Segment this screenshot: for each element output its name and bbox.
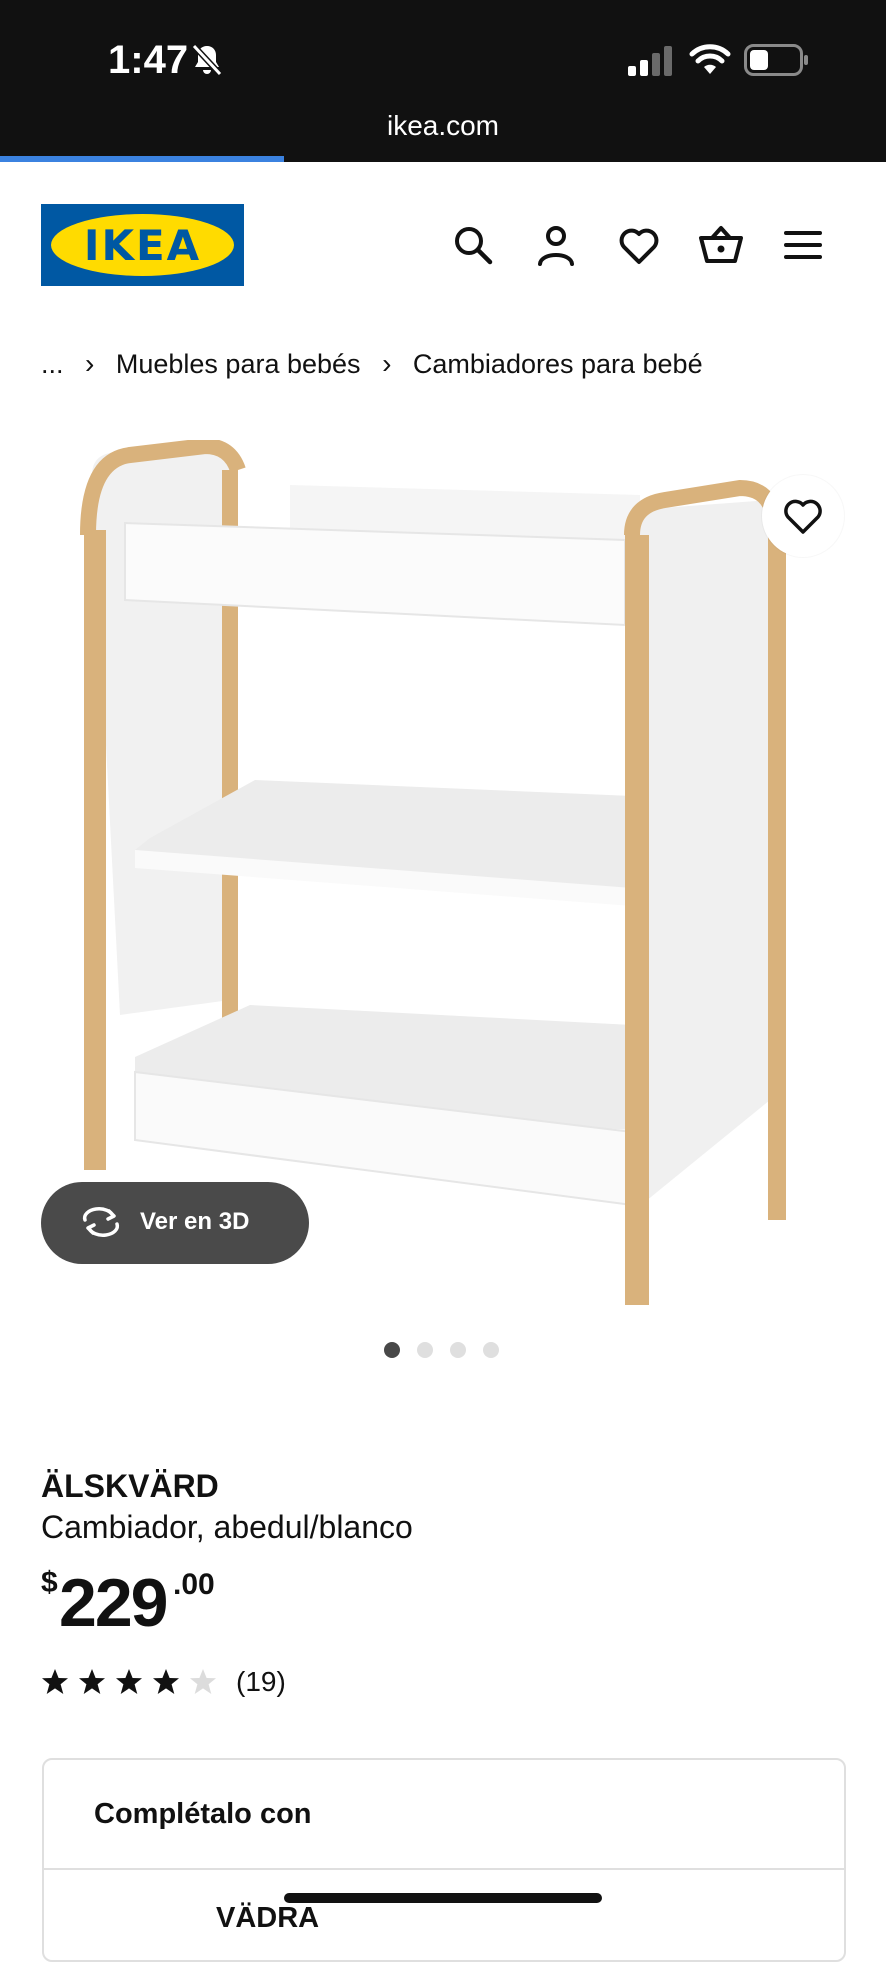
price-currency: $ [41,1566,58,1599]
page-load-progress [0,156,284,162]
breadcrumb: ... › Muebles para bebés › Cambiadores p… [41,348,703,380]
logo-text: IKEA [83,221,202,270]
menu-icon[interactable] [780,222,826,268]
search-icon[interactable] [450,222,496,268]
status-time: 1:47 [108,38,189,82]
wifi-icon [689,44,731,74]
star-filled-icon [116,1669,142,1694]
view-3d-label: Ver en 3D [140,1208,250,1235]
reviews-count[interactable]: (19) [236,1666,286,1698]
url-bar[interactable]: ikea.com [0,110,886,142]
breadcrumb-ellipsis[interactable]: ... [41,349,64,380]
heart-icon [784,499,822,534]
price-decimal: .00 [173,1568,215,1601]
save-favorite-button[interactable] [762,475,844,557]
status-bar: 1:47 ikea.com [0,0,886,162]
gallery-dot[interactable] [483,1342,499,1358]
ikea-logo[interactable]: IKEA [41,204,244,286]
breadcrumb-separator: › [85,348,95,379]
home-indicator[interactable] [284,1893,602,1903]
breadcrumb-item-baby-furniture[interactable]: Muebles para bebés [116,349,361,380]
star-filled-icon [153,1669,179,1694]
rotate-3d-icon [82,1207,120,1237]
heart-icon[interactable] [616,222,662,268]
gallery-dot[interactable] [417,1342,433,1358]
product-image[interactable] [80,440,810,1310]
price-integer: 229 [59,1565,168,1641]
cart-icon[interactable] [698,222,744,268]
complete-with-title: Complétalo con [94,1798,312,1830]
breadcrumb-item-changing-tables[interactable]: Cambiadores para bebé [413,349,703,380]
star-empty-icon [190,1669,216,1694]
gallery-dot[interactable] [450,1342,466,1358]
complete-with-card[interactable]: Complétalo con VÄDRA [42,1758,846,1962]
silent-bell-icon [191,43,223,77]
card-divider [44,1868,844,1870]
battery-icon [744,44,808,76]
signal-icon [628,46,672,76]
complete-with-item[interactable]: VÄDRA [216,1902,319,1935]
star-filled-icon [42,1669,68,1694]
product-description: Cambiador, abedul/blanco [41,1509,413,1545]
view-3d-button[interactable]: Ver en 3D [41,1182,309,1264]
account-icon[interactable] [533,222,579,268]
product-name: ÄLSKVÄRD [41,1468,219,1504]
star-filled-icon [79,1669,105,1694]
gallery-dot[interactable] [384,1342,400,1358]
breadcrumb-separator: › [382,348,392,379]
